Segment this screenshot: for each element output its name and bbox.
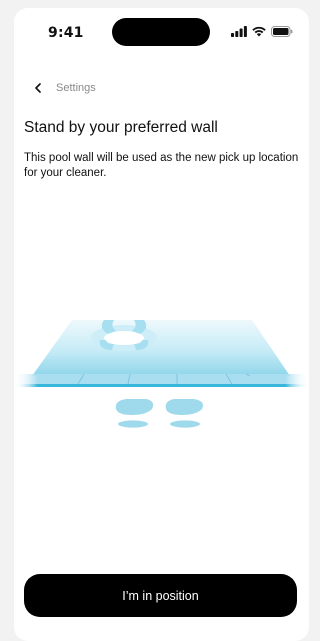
- battery-icon: [271, 26, 293, 37]
- status-bar: 9:41: [14, 8, 309, 56]
- footprints-icon: [115, 399, 203, 428]
- chevron-left-icon: [35, 83, 41, 93]
- pool-wall: [14, 374, 309, 384]
- page-description: This pool wall will be used as the new p…: [24, 152, 299, 179]
- signal-icon: [231, 26, 247, 37]
- dynamic-island: [112, 18, 210, 46]
- status-icons: [231, 26, 293, 37]
- header-title: Settings: [56, 82, 96, 94]
- page-title: Stand by your preferred wall: [24, 119, 218, 136]
- phone-screen: 9:41 Settings Stand by your preferred wa…: [14, 8, 309, 641]
- wifi-icon: [252, 26, 266, 37]
- pool-floor: [32, 320, 290, 376]
- status-time: 9:41: [48, 25, 84, 41]
- im-in-position-button[interactable]: I’m in position: [24, 574, 297, 617]
- nav-header: Settings: [28, 78, 96, 98]
- pool-wall-illustration: [14, 320, 309, 428]
- pool-wall-edge: [14, 384, 309, 387]
- back-button[interactable]: [28, 78, 48, 98]
